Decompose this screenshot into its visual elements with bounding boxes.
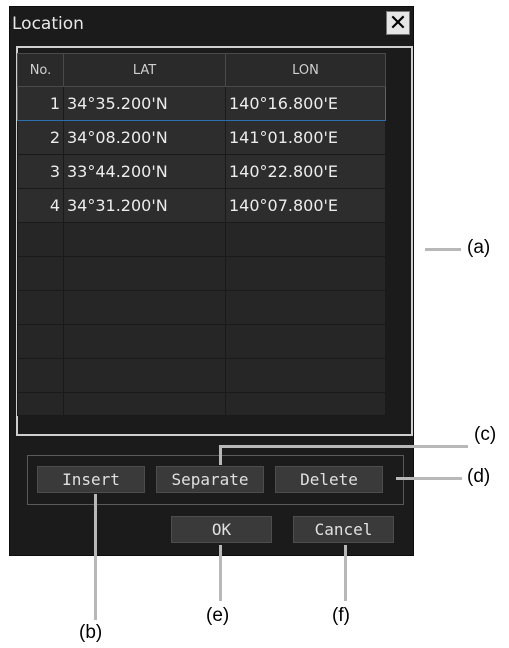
cell-no[interactable]: 2: [17, 120, 64, 155]
cancel-button[interactable]: Cancel: [293, 516, 394, 543]
leader-line-e: [219, 545, 222, 601]
callout-f: (f): [332, 605, 350, 626]
callout-e: (e): [206, 605, 230, 626]
ok-button[interactable]: OK: [171, 516, 272, 543]
leader-line-b: [94, 494, 97, 620]
cell-lat[interactable]: 34°35.200'N: [63, 86, 226, 121]
table-row[interactable]: 4 34°31.200'N 140°07.800'E: [17, 188, 386, 223]
empty-row[interactable]: [17, 222, 386, 257]
dialog-title: Location: [12, 14, 84, 34]
cell-lon[interactable]: 140°16.800'E: [225, 86, 386, 121]
cell-lat[interactable]: 33°44.200'N: [63, 154, 226, 189]
cell-lat[interactable]: 34°31.200'N: [63, 188, 226, 223]
cell-lat[interactable]: 34°08.200'N: [63, 120, 226, 155]
leader-line-f: [344, 545, 347, 601]
cell-no[interactable]: 1: [17, 86, 64, 121]
table-header-row: No. LAT LON: [17, 53, 386, 87]
leader-line-c-vertical: [219, 447, 222, 465]
empty-row[interactable]: [17, 324, 386, 359]
close-icon: ✕: [388, 11, 408, 36]
leader-line-d: [396, 477, 462, 480]
cell-lon[interactable]: 141°01.800'E: [225, 120, 386, 155]
table-row[interactable]: 2 34°08.200'N 141°01.800'E: [17, 120, 386, 155]
close-button[interactable]: ✕: [386, 11, 410, 36]
cell-lon[interactable]: 140°07.800'E: [225, 188, 386, 223]
callout-d: (d): [467, 466, 491, 487]
separate-button[interactable]: Separate: [156, 466, 264, 493]
header-lon[interactable]: LON: [225, 53, 386, 87]
callout-b: (b): [79, 622, 103, 643]
header-lat[interactable]: LAT: [63, 53, 226, 87]
empty-row[interactable]: [17, 256, 386, 291]
empty-row[interactable]: [17, 290, 386, 325]
leader-line-a: [425, 248, 461, 251]
cell-lon[interactable]: 140°22.800'E: [225, 154, 386, 189]
callout-a: (a): [467, 237, 491, 258]
cell-no[interactable]: 3: [17, 154, 64, 189]
header-no[interactable]: No.: [17, 53, 64, 87]
table-row[interactable]: 1 34°35.200'N 140°16.800'E: [17, 86, 386, 121]
title-bar: Location ✕: [10, 7, 413, 40]
table-row[interactable]: 3 33°44.200'N 140°22.800'E: [17, 154, 386, 189]
empty-row[interactable]: [17, 392, 386, 416]
location-table: No. LAT LON 1 34°35.200'N 140°16.800'E 2…: [17, 53, 386, 416]
leader-line-c-horizontal: [219, 445, 468, 448]
empty-row[interactable]: [17, 358, 386, 393]
insert-button[interactable]: Insert: [37, 466, 145, 493]
delete-button[interactable]: Delete: [275, 466, 383, 493]
callout-c: (c): [474, 424, 497, 445]
cell-no[interactable]: 4: [17, 188, 64, 223]
